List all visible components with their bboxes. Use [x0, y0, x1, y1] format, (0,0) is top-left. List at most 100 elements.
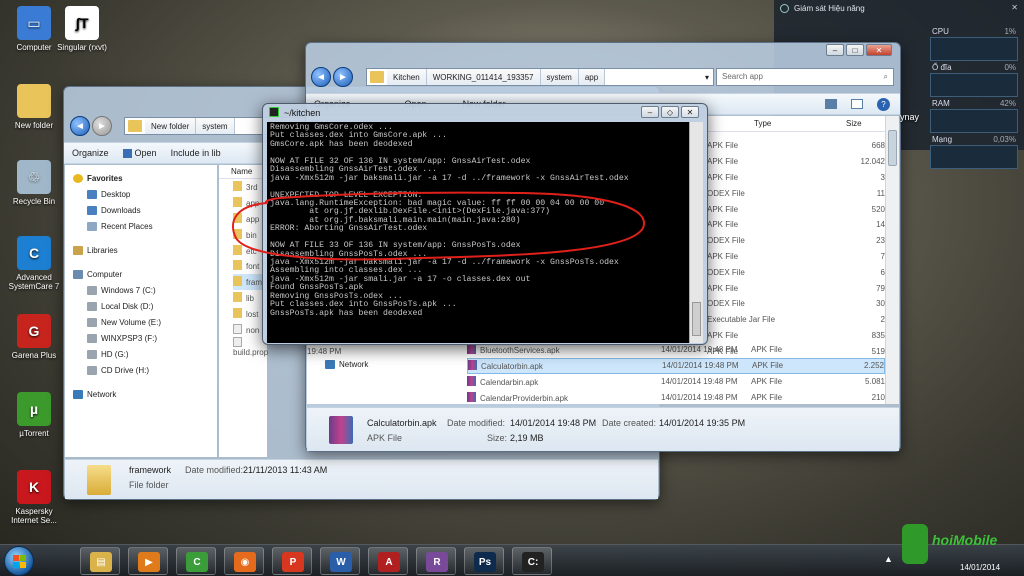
address-dropdown-icon[interactable]: ▾: [701, 73, 713, 82]
photoshop-icon: Ps: [474, 552, 496, 572]
desktop-icon-singular[interactable]: ʃT Singular (rxvt): [50, 6, 114, 52]
action-center-icon[interactable]: ▲: [884, 554, 893, 564]
nav-drive[interactable]: Windows 7 (C:): [65, 282, 217, 298]
taskbar-date[interactable]: 14/01/2014: [960, 563, 1000, 572]
gadget-icon: [780, 4, 789, 13]
nav-network[interactable]: Network: [317, 356, 368, 372]
taskbar-cmd[interactable]: C:: [512, 547, 552, 575]
taskbar-advanced-systemcare[interactable]: C: [176, 547, 216, 575]
garena-plus-icon: G: [17, 314, 51, 348]
taskbar-foxit[interactable]: P: [272, 547, 312, 575]
word-icon: W: [330, 552, 352, 572]
terminal-scrollbar[interactable]: [689, 122, 703, 343]
meter-graph: [930, 109, 1018, 133]
desktop-icon-utorrent[interactable]: µ µTorrent: [2, 392, 66, 438]
scrollbar-thumb[interactable]: [888, 130, 897, 166]
meter-value: 42%: [999, 99, 1016, 108]
search-input[interactable]: Search app ⌕: [716, 68, 894, 86]
nav-drive[interactable]: HD (G:): [65, 346, 217, 362]
terminal-close-button[interactable]: ✕: [681, 106, 699, 118]
include-in-library-menu[interactable]: Include in lib: [171, 148, 221, 158]
nav-downloads[interactable]: Downloads: [65, 202, 217, 218]
breadcrumb-kitchen[interactable]: Kitchen: [387, 69, 427, 85]
desktop-icon-kaspersky[interactable]: K Kaspersky Internet Se...: [2, 470, 66, 525]
maximize-button[interactable]: □: [846, 44, 864, 56]
taskbar: ▤ ▶ C ◉ P W A R Ps C: ▲ 14/01/2014: [0, 544, 1024, 576]
desktop-icon-garena-plus[interactable]: G Garena Plus: [2, 314, 66, 360]
breadcrumb-working[interactable]: WORKING_011414_193357: [426, 69, 541, 85]
taskbar-word[interactable]: W: [320, 547, 360, 575]
forward-button[interactable]: ►: [92, 116, 112, 136]
column-header-size[interactable]: Size: [792, 119, 899, 128]
nav-drive[interactable]: New Volume (E:): [65, 314, 217, 330]
taskbar-firefox[interactable]: ◉: [224, 547, 264, 575]
vertical-scrollbar[interactable]: [885, 116, 899, 404]
taskbar-autocad[interactable]: A: [368, 547, 408, 575]
forward-button[interactable]: ►: [333, 67, 353, 87]
terminal-line: GnssPosTs.apk has been deodexed: [270, 308, 423, 318]
file-icon: [233, 323, 242, 334]
preview-pane-icon[interactable]: [851, 99, 863, 109]
cell-size: 23: [876, 236, 885, 246]
recycle-bin-icon: ♲: [17, 160, 51, 194]
cell-type: ODEX File: [707, 267, 745, 277]
organize-menu[interactable]: Organize: [72, 148, 109, 158]
desktop-icon-label: Garena Plus: [11, 351, 57, 360]
winrar-file-icon: [467, 375, 476, 386]
nav-computer[interactable]: Computer: [65, 266, 217, 282]
breadcrumb-app[interactable]: app: [578, 69, 606, 85]
utorrent-icon: µ: [17, 392, 51, 426]
terminal-line: java -Xmx512m -jar baksmali.jar -a 17 -d…: [270, 173, 629, 183]
minimize-button[interactable]: ‒: [826, 44, 844, 56]
meter-value: 0%: [1004, 63, 1016, 72]
nav-drive[interactable]: Local Disk (D:): [65, 298, 217, 314]
address-bar[interactable]: Kitchen WORKING_011414_193357 system app…: [366, 68, 714, 86]
start-button[interactable]: [4, 546, 34, 576]
cell-type: APK File: [707, 283, 739, 293]
nav-favorites[interactable]: Favorites: [65, 170, 217, 186]
taskbar-photoshop[interactable]: Ps: [464, 547, 504, 575]
nav-recent-places[interactable]: Recent Places: [65, 218, 217, 234]
table-row[interactable]: Calendarbin.apk 14/01/2014 19:48 PM APK Fi…: [467, 374, 885, 390]
cell-type: ODEX File: [707, 188, 745, 198]
taskbar-winrar[interactable]: R: [416, 547, 456, 575]
view-options-icon[interactable]: [825, 99, 837, 109]
terminal-output[interactable]: Removing GmsCore.odex ... Put classes.dex…: [267, 122, 690, 343]
back-button[interactable]: ◄: [311, 67, 331, 87]
breadcrumb-system[interactable]: system: [196, 118, 235, 134]
back-button[interactable]: ◄: [70, 116, 90, 136]
taskbar-media-player[interactable]: ▶: [128, 547, 168, 575]
table-row[interactable]: Calculatorbin.apk 14/01/2014 19:48 PM APK …: [467, 357, 885, 374]
table-row[interactable]: CalendarProviderbin.apk 14/01/2014 19:48 …: [467, 389, 885, 405]
desktop-icon-new-folder[interactable]: New folder: [2, 84, 66, 130]
terminal-maximize-button[interactable]: ◇: [661, 106, 679, 118]
taskbar-explorer[interactable]: ▤: [80, 547, 120, 575]
nav-desktop[interactable]: Desktop: [65, 186, 217, 202]
details-modified-label: Date modified:: [447, 418, 506, 428]
folder-icon: [233, 244, 242, 255]
gadget-close-icon[interactable]: ✕: [1011, 3, 1018, 12]
help-icon[interactable]: ?: [877, 97, 890, 111]
breadcrumb-new-folder[interactable]: New folder: [145, 118, 197, 134]
desktop-icon-recycle-bin[interactable]: ♲ Recycle Bin: [2, 160, 66, 206]
advanced-systemcare-icon: C: [17, 236, 51, 270]
open-button[interactable]: Open: [122, 148, 157, 158]
column-header-type[interactable]: Type: [702, 119, 792, 128]
terminal-scrollbar-thumb[interactable]: [692, 302, 701, 336]
cell-name: Calendarbin.apk: [480, 377, 539, 387]
terminal-minimize-button[interactable]: ‒: [641, 106, 659, 118]
nav-drive[interactable]: CD Drive (H:): [65, 362, 217, 378]
cell-name: BluetoothServices.apk: [480, 346, 560, 356]
breadcrumb-system[interactable]: system: [540, 69, 579, 85]
desktop-icon-advanced-systemcare[interactable]: C Advanced SystemCare 7: [2, 236, 66, 291]
folder-icon: [233, 212, 242, 223]
meter-label: CPU: [932, 27, 949, 36]
nav-network[interactable]: Network: [65, 386, 217, 402]
nav-drive[interactable]: WINXPSP3 (F:): [65, 330, 217, 346]
nav-libraries[interactable]: Libraries: [65, 242, 217, 258]
column-header-name[interactable]: Name: [219, 165, 267, 179]
terminal-line: ERROR: Aborting GnssAirTest.odex: [270, 224, 428, 234]
folder-icon: [233, 260, 242, 271]
close-button[interactable]: ✕: [866, 44, 892, 56]
cell-date: 14/01/2014 19:48 PM: [661, 345, 738, 355]
